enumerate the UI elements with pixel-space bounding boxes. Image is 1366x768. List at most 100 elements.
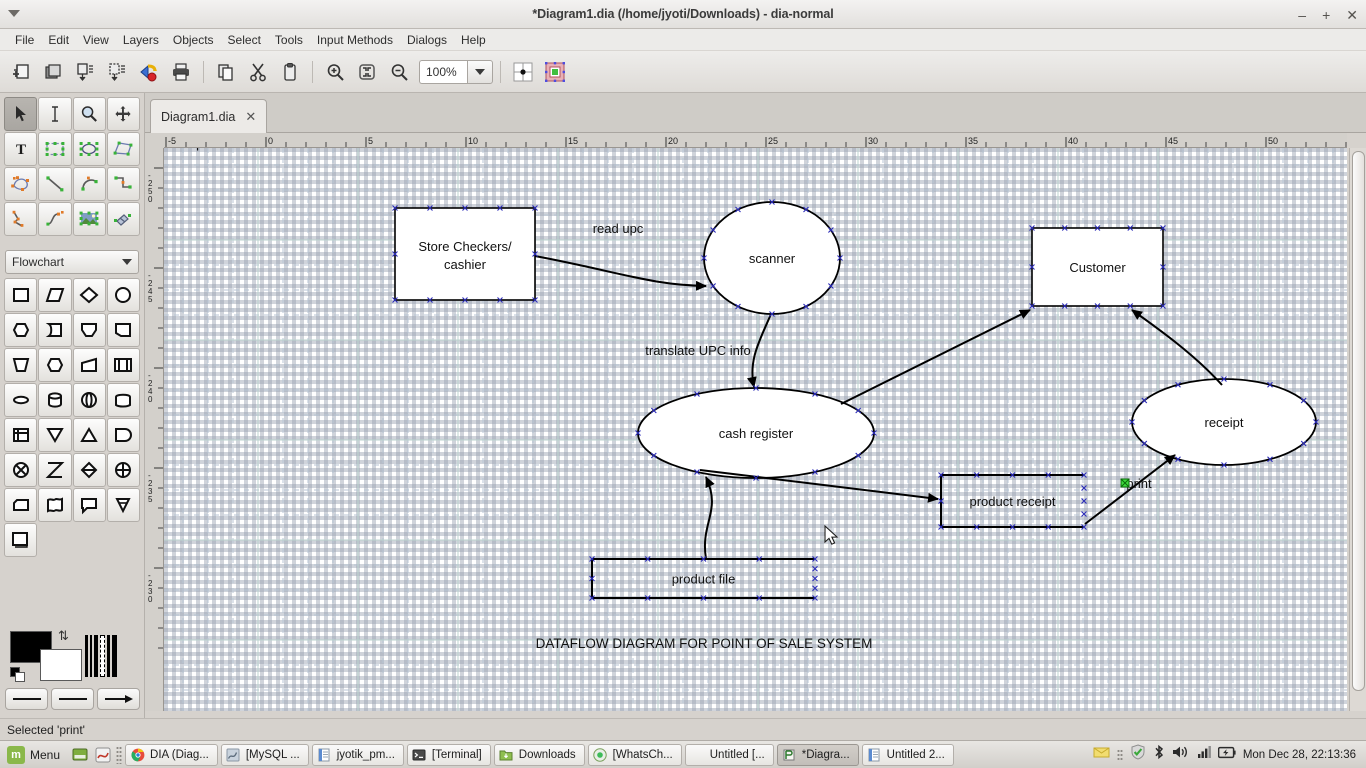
snap-to-objects-icon[interactable] bbox=[540, 57, 570, 87]
merge-down-shape[interactable] bbox=[106, 488, 140, 522]
hexagon-shape[interactable] bbox=[38, 348, 72, 382]
menu-tools[interactable]: Tools bbox=[268, 31, 310, 49]
selected-edge-handle[interactable] bbox=[1120, 478, 1130, 488]
text-tool[interactable]: T bbox=[4, 132, 38, 166]
start-menu-button[interactable]: m Menu bbox=[4, 744, 67, 766]
print-icon[interactable] bbox=[166, 57, 196, 87]
card-shape[interactable] bbox=[4, 488, 38, 522]
modify-tool[interactable] bbox=[4, 97, 38, 131]
save-as-diagram-icon[interactable] bbox=[102, 57, 132, 87]
trapezoid-shape[interactable] bbox=[72, 348, 106, 382]
outline-tool[interactable] bbox=[106, 202, 140, 236]
diagram-caption[interactable]: DATAFLOW DIAGRAM FOR POINT OF SALE SYSTE… bbox=[536, 636, 873, 651]
menu-input-methods[interactable]: Input Methods bbox=[310, 31, 400, 49]
sheet-selector[interactable]: Flowchart bbox=[5, 250, 139, 274]
menu-dialogs[interactable]: Dialogs bbox=[400, 31, 454, 49]
preparation-shape[interactable] bbox=[4, 313, 38, 347]
new-diagram-icon[interactable] bbox=[6, 57, 36, 87]
diagram-edge-cashregister-to-customer[interactable] bbox=[840, 309, 1031, 405]
beziergon-tool[interactable] bbox=[4, 167, 38, 201]
diagram-edge-productfile-to-cashregister[interactable] bbox=[704, 476, 715, 560]
connection-handle[interactable] bbox=[812, 565, 818, 572]
swap-colors-icon[interactable]: ⇅ bbox=[58, 628, 69, 644]
menu-help[interactable]: Help bbox=[454, 31, 493, 49]
delay-shape[interactable] bbox=[38, 313, 72, 347]
display-shape[interactable] bbox=[106, 313, 140, 347]
menu-layers[interactable]: Layers bbox=[116, 31, 166, 49]
diagram-edge-cashregister-to-productreceipt[interactable] bbox=[699, 469, 939, 503]
offpage-connector-shape[interactable] bbox=[4, 523, 38, 557]
zoom-out-icon[interactable] bbox=[384, 57, 414, 87]
taskbar-item-jyotik[interactable]: jyotik_pm... bbox=[311, 743, 404, 766]
line-width-selected[interactable] bbox=[100, 635, 105, 677]
connection-handle[interactable] bbox=[1081, 498, 1087, 504]
collate-shape[interactable] bbox=[4, 453, 38, 487]
minimize-button[interactable]: – bbox=[1298, 8, 1306, 22]
arc-tool[interactable] bbox=[72, 167, 106, 201]
line-tool[interactable] bbox=[38, 167, 72, 201]
summing-junction-shape[interactable] bbox=[72, 453, 106, 487]
connection-handle[interactable] bbox=[812, 575, 818, 582]
update-shield-icon[interactable] bbox=[1130, 744, 1146, 765]
zoom-in-icon[interactable] bbox=[320, 57, 350, 87]
connection-handle[interactable] bbox=[1081, 485, 1087, 491]
tray-drag-handle[interactable] bbox=[1116, 748, 1123, 761]
taskbar-item-untitled[interactable]: Untitled [... bbox=[684, 743, 774, 766]
paste-icon[interactable] bbox=[275, 57, 305, 87]
taskbar-item-mysql[interactable]: [MySQL ... bbox=[220, 743, 309, 766]
reset-colors-icon[interactable] bbox=[10, 667, 26, 683]
zoom-combobox[interactable]: 100% bbox=[419, 59, 493, 84]
taskbar-item-untitled2[interactable]: Untitled 2... bbox=[861, 743, 954, 766]
menu-edit[interactable]: Edit bbox=[41, 31, 76, 49]
vertical-scrollbar[interactable] bbox=[1349, 148, 1366, 711]
maximize-button[interactable]: + bbox=[1322, 8, 1330, 22]
menu-file[interactable]: File bbox=[8, 31, 41, 49]
zoom-fit-icon[interactable] bbox=[352, 57, 382, 87]
document-shape[interactable] bbox=[38, 488, 72, 522]
diagram-edge-read-upc[interactable] bbox=[534, 255, 707, 291]
volume-icon[interactable] bbox=[1172, 745, 1190, 764]
taskbar-item-downloads[interactable]: Downloads bbox=[493, 743, 585, 766]
taskbar-drag-handle[interactable] bbox=[116, 745, 123, 764]
magnify-tool[interactable] bbox=[72, 97, 106, 131]
network-icon[interactable] bbox=[1197, 745, 1211, 764]
textedit-tool[interactable] bbox=[38, 97, 72, 131]
image-tool[interactable] bbox=[72, 202, 106, 236]
annotation-shape[interactable] bbox=[72, 488, 106, 522]
polyline-tool[interactable] bbox=[4, 202, 38, 236]
line-width-1[interactable] bbox=[85, 635, 88, 677]
thin-line-button[interactable] bbox=[5, 688, 48, 710]
diagram-edge-translate-upc[interactable] bbox=[746, 313, 772, 388]
terminal-shape[interactable] bbox=[4, 383, 38, 417]
diamond-shape[interactable] bbox=[72, 278, 106, 312]
firefox-launcher-icon[interactable] bbox=[93, 745, 113, 765]
sort-shape[interactable] bbox=[38, 453, 72, 487]
thick-line-button[interactable] bbox=[51, 688, 94, 710]
box-tool[interactable] bbox=[38, 132, 72, 166]
zigzagline-tool[interactable] bbox=[106, 167, 140, 201]
save-diagram-icon[interactable] bbox=[70, 57, 100, 87]
line-width-5[interactable] bbox=[112, 635, 117, 677]
line-width-2[interactable] bbox=[90, 635, 92, 677]
punched-tape-shape[interactable] bbox=[106, 383, 140, 417]
tab-diagram1[interactable]: Diagram1.dia ✕ bbox=[150, 99, 268, 133]
process-box-shape[interactable] bbox=[4, 278, 38, 312]
close-button[interactable]: ✕ bbox=[1346, 8, 1358, 22]
taskbar-item-terminal[interactable]: [Terminal] bbox=[406, 743, 491, 766]
bluetooth-icon[interactable] bbox=[1153, 744, 1165, 765]
copy-icon[interactable] bbox=[211, 57, 241, 87]
predefined-process-shape[interactable] bbox=[106, 348, 140, 382]
diagram-canvas[interactable]: Store Checkers/cashier scanner Customer cas… bbox=[164, 148, 1347, 711]
ellipse-tool[interactable] bbox=[72, 132, 106, 166]
line-width-4[interactable] bbox=[107, 635, 110, 677]
snap-to-grid-icon[interactable] bbox=[508, 57, 538, 87]
merge-shape[interactable] bbox=[38, 418, 72, 452]
internal-storage-shape[interactable] bbox=[4, 418, 38, 452]
taskbar-item-dia-active[interactable]: *Diagra... bbox=[776, 743, 859, 766]
open-diagram-icon[interactable] bbox=[38, 57, 68, 87]
show-desktop-icon[interactable] bbox=[70, 745, 90, 765]
diagram-node-store[interactable] bbox=[394, 207, 536, 301]
battery-icon[interactable] bbox=[1217, 746, 1236, 764]
parallelogram-shape[interactable] bbox=[38, 278, 72, 312]
vertical-scrollbar-thumb[interactable] bbox=[1352, 151, 1365, 691]
